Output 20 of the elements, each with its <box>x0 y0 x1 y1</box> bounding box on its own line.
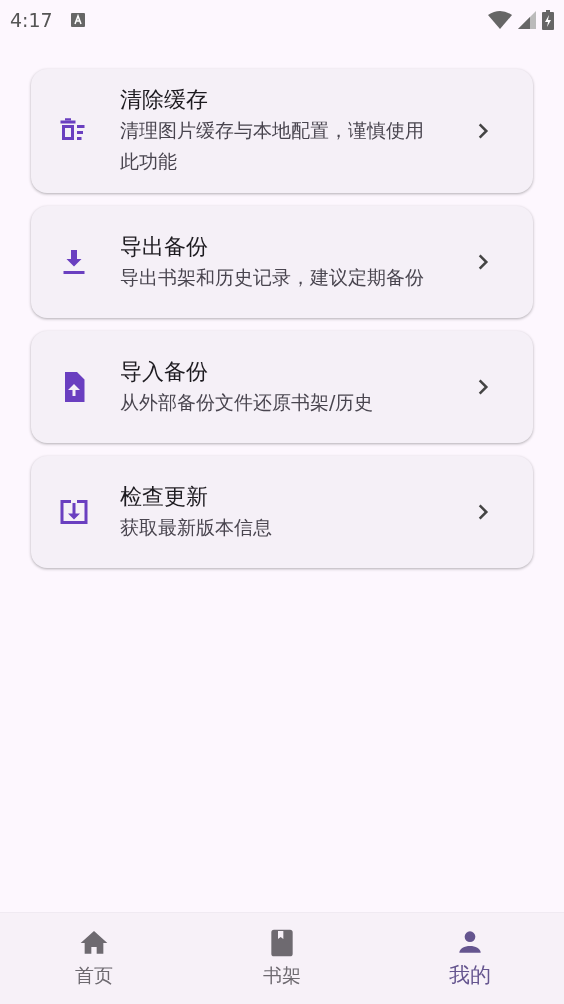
nav-tab[interactable]: 我的 <box>376 913 564 1004</box>
wifi-icon <box>488 11 512 29</box>
signal-icon <box>518 11 536 29</box>
card-title: 清除缓存 <box>120 86 209 114</box>
card-title: 导入备份 <box>120 357 209 386</box>
settings-card[interactable]: 导出备份 导出书架和历史记录，建议定期备份 <box>31 206 533 318</box>
settings-card[interactable]: 清除缓存 清理图片缓存与本地配置，谨慎使用此功能 <box>31 69 533 193</box>
settings-card[interactable]: 检查更新 获取最新版本信息 <box>31 456 533 568</box>
nav-tab[interactable]: 书架 <box>188 913 376 1004</box>
settings-card[interactable]: 导入备份 从外部备份文件还原书架/历史 <box>31 331 533 443</box>
status-time: 4:17 <box>10 7 53 33</box>
battery-icon <box>542 10 554 30</box>
card-description: 清理图片缓存与本地配置，谨慎使用此功能 <box>120 118 425 174</box>
card-title: 检查更新 <box>120 482 209 511</box>
card-description: 导出书架和历史记录，建议定期备份 <box>120 264 425 290</box>
keyboard-indicator-icon <box>70 13 85 27</box>
nav-tab[interactable]: 首页 <box>0 913 188 1004</box>
card-description: 获取最新版本信息 <box>120 514 273 540</box>
card-title: 导出备份 <box>120 232 209 261</box>
card-description: 从外部备份文件还原书架/历史 <box>120 389 375 415</box>
